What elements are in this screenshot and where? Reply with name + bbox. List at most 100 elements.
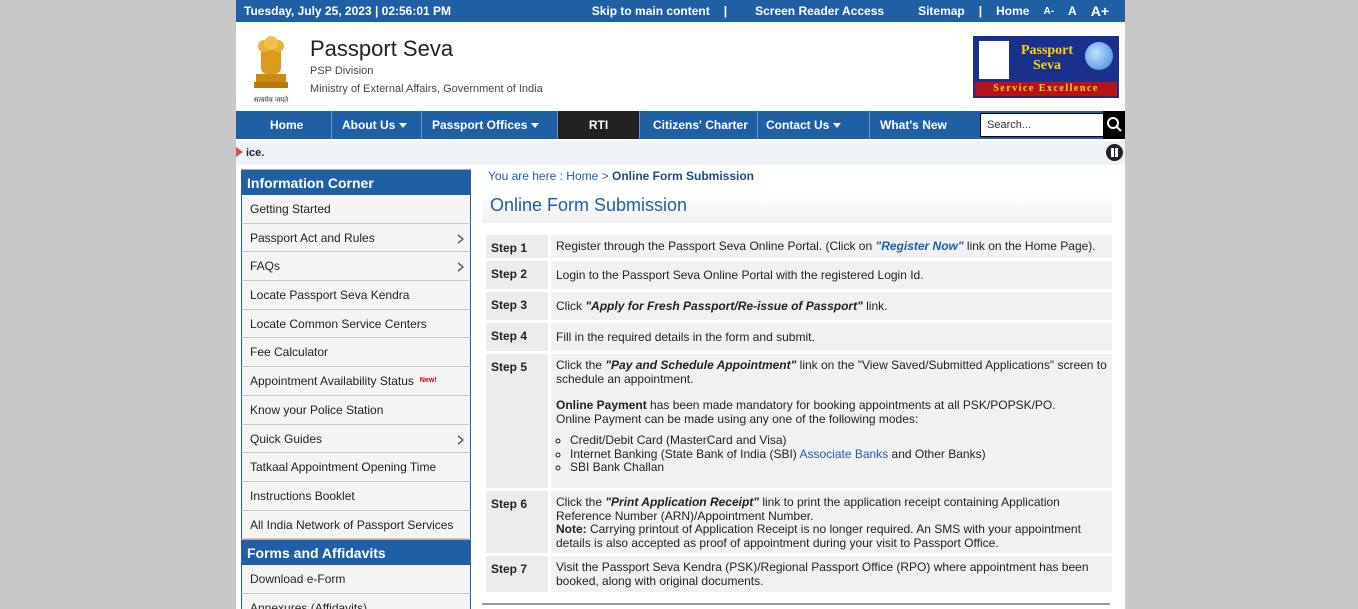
chevron-down-icon xyxy=(399,123,408,129)
nav-about-us[interactable]: About Us xyxy=(332,111,422,139)
sidebar-item-network[interactable]: All India Network of Passport Services xyxy=(241,510,471,540)
svg-text:सत्यमेव जयते: सत्यमेव जयते xyxy=(254,95,289,104)
breadcrumb-current: Online Form Submission xyxy=(611,169,754,183)
main-nav: Home About Us Passport Offices RTI Citiz… xyxy=(236,111,1125,139)
ministry-label: Ministry of External Affairs, Government… xyxy=(310,83,543,95)
logo-tagline: Service Excellence xyxy=(975,82,1117,96)
header: सत्यमेव जयते Passport Seva PSP Division … xyxy=(236,22,1125,111)
emblem-small-icon xyxy=(979,41,1009,79)
step-row: Step 5 Click the "Pay and Schedule Appoi… xyxy=(482,354,1112,488)
chevron-down-icon xyxy=(833,123,842,129)
list-item: Credit/Debit Card (MasterCard and Visa) xyxy=(570,433,1107,448)
print-receipt-text: "Print Application Receipt" xyxy=(605,495,759,509)
step-row: Step 1 Register through the Passport Sev… xyxy=(482,235,1112,258)
steps-table: Step 1 Register through the Passport Sev… xyxy=(482,235,1112,592)
sidebar-item-fee-calculator[interactable]: Fee Calculator xyxy=(241,338,471,368)
separator: | xyxy=(723,4,728,18)
new-badge: New! xyxy=(419,377,437,385)
national-emblem-icon: सत्यमेव जयते xyxy=(254,36,289,104)
divider xyxy=(482,603,1110,605)
skip-to-main-link[interactable]: Skip to main content xyxy=(592,4,710,18)
list-item: SBI Bank Challan xyxy=(570,460,1107,475)
step-text: Click the "Pay and Schedule Appointment"… xyxy=(551,354,1112,488)
font-decrease-button[interactable]: A- xyxy=(1043,6,1054,17)
sitemap-link[interactable]: Sitemap xyxy=(918,4,965,18)
nav-contact-us[interactable]: Contact Us xyxy=(758,111,870,139)
associate-banks-link[interactable]: Associate Banks xyxy=(799,447,888,461)
pause-icon[interactable] xyxy=(1106,144,1123,161)
sidebar-item-appointment-availability[interactable]: Appointment Availability Status New! xyxy=(241,367,471,396)
news-ticker: ice. xyxy=(236,141,1125,165)
font-normal-button[interactable]: A xyxy=(1068,4,1077,18)
sidebar: Information Corner Getting Started Passp… xyxy=(241,169,471,609)
breadcrumb-prefix: You are here : xyxy=(488,169,567,183)
font-increase-button[interactable]: A+ xyxy=(1091,3,1109,19)
note-label: Note: xyxy=(556,522,587,536)
sidebar-item-locate-psk[interactable]: Locate Passport Seva Kendra xyxy=(241,281,471,310)
step-text: Click "Apply for Fresh Passport/Re-issue… xyxy=(551,292,1112,320)
globe-icon xyxy=(1085,42,1113,70)
nav-rti[interactable]: RTI xyxy=(558,111,640,139)
search-button[interactable] xyxy=(1103,111,1125,139)
sidebar-item-tatkaal[interactable]: Tatkaal Appointment Opening Time xyxy=(241,453,471,482)
step-label: Step 3 xyxy=(486,292,548,320)
sidebar-item-police-station[interactable]: Know your Police Station xyxy=(241,395,471,425)
step-text: Register through the Passport Seva Onlin… xyxy=(551,235,1112,258)
nav-passport-offices[interactable]: Passport Offices xyxy=(422,111,558,139)
sidebar-item-quick-guides[interactable]: Quick Guides xyxy=(241,424,471,454)
pay-schedule-text: "Pay and Schedule Appointment" xyxy=(605,358,797,372)
step-label: Step 7 xyxy=(486,556,548,592)
step-row: Step 7 Visit the Passport Seva Kendra (P… xyxy=(482,556,1112,592)
apply-fresh-passport-text: "Apply for Fresh Passport/Re-issue of Pa… xyxy=(585,299,863,313)
nav-citizens-charter[interactable]: Citizens' Charter xyxy=(640,111,758,139)
step-row: Step 4 Fill in the required details in t… xyxy=(482,323,1112,351)
chevron-right-icon xyxy=(458,262,464,273)
register-now-link[interactable]: "Register Now" xyxy=(876,239,964,253)
search-icon xyxy=(1107,117,1122,132)
step-row: Step 2 Login to the Passport Seva Online… xyxy=(482,261,1112,289)
step-label: Step 5 xyxy=(486,354,548,488)
datetime: Tuesday, July 25, 2023 | 02:56:01 PM xyxy=(244,4,452,18)
step-row: Step 3 Click "Apply for Fresh Passport/R… xyxy=(482,292,1112,320)
sidebar-item-getting-started[interactable]: Getting Started xyxy=(241,195,471,224)
breadcrumb: You are here : Home > Online Form Submis… xyxy=(482,166,1112,186)
nav-whats-new[interactable]: What's New xyxy=(870,111,966,139)
step-text: Fill in the required details in the form… xyxy=(551,323,1112,351)
online-payment-label: Online Payment xyxy=(556,398,647,412)
nav-home[interactable]: Home xyxy=(236,111,332,139)
search-input[interactable]: Search... xyxy=(980,113,1104,137)
ticker-text[interactable]: ice. xyxy=(246,147,264,159)
step-row: Step 6 Click the "Print Application Rece… xyxy=(482,491,1112,553)
payment-modes-list: Credit/Debit Card (MasterCard and Visa) … xyxy=(570,433,1107,475)
separator: | xyxy=(978,4,983,18)
sidebar-item-instructions-booklet[interactable]: Instructions Booklet xyxy=(241,481,471,511)
step-label: Step 2 xyxy=(486,261,548,289)
information-corner-heading: Information Corner xyxy=(241,169,471,195)
step-text: Click the "Print Application Receipt" li… xyxy=(551,491,1112,553)
forms-affidavits-heading: Forms and Affidavits xyxy=(241,539,471,566)
passport-seva-logo: Passport Seva Service Excellence xyxy=(973,36,1119,98)
top-bar: Tuesday, July 25, 2023 | 02:56:01 PM Ski… xyxy=(236,0,1125,22)
step-text: Login to the Passport Seva Online Portal… xyxy=(551,261,1112,289)
chevron-right-icon xyxy=(458,233,464,244)
division-label: PSP Division xyxy=(310,65,374,77)
sidebar-item-faqs[interactable]: FAQs xyxy=(241,252,471,282)
sidebar-item-locate-csc[interactable]: Locate Common Service Centers xyxy=(241,309,471,339)
step-text: Visit the Passport Seva Kendra (PSK)/Reg… xyxy=(551,556,1112,592)
screen-reader-link[interactable]: Screen Reader Access xyxy=(755,4,884,18)
main-content: You are here : Home > Online Form Submis… xyxy=(482,166,1112,595)
payment-modes-intro: Online Payment can be made using any one… xyxy=(556,411,919,426)
sidebar-item-download-eform[interactable]: Download e-Form xyxy=(241,565,471,594)
chevron-down-icon xyxy=(531,123,540,129)
step-label: Step 1 xyxy=(486,235,548,258)
home-link[interactable]: Home xyxy=(996,4,1029,18)
breadcrumb-home-link[interactable]: Home xyxy=(566,169,598,183)
step-label: Step 4 xyxy=(486,323,548,351)
page: Tuesday, July 25, 2023 | 02:56:01 PM Ski… xyxy=(236,0,1125,609)
breadcrumb-separator: > xyxy=(598,169,612,183)
sidebar-item-annexures[interactable]: Annexures (Affidavits) xyxy=(241,593,471,609)
site-title: Passport Seva xyxy=(310,36,454,61)
list-item: Internet Banking (State Bank of India (S… xyxy=(570,447,1107,462)
sidebar-item-passport-act[interactable]: Passport Act and Rules xyxy=(241,223,471,253)
step-label: Step 6 xyxy=(486,491,548,553)
